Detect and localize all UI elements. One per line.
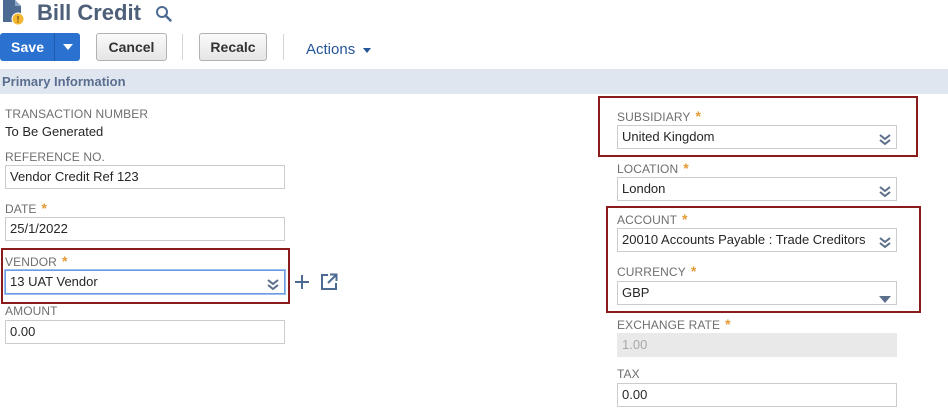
subsidiary-select[interactable]: United Kingdom [617,125,897,149]
section-header[interactable] [0,69,948,94]
bill-document-icon: ! [2,0,26,26]
location-select-value: London [622,181,666,196]
currency-label-text: CURRENCY [617,265,686,279]
required-marker: * [61,253,68,269]
location-label-text: LOCATION [617,162,679,176]
search-icon[interactable] [155,5,173,23]
subsidiary-select-value: United Kingdom [622,129,715,144]
toolbar-divider [182,34,183,60]
required-marker: * [41,200,48,216]
save-menu-chevron-down-icon[interactable] [55,33,80,61]
required-marker: * [683,160,689,176]
subsidiary-label-text: SUBSIDIARY [617,110,691,124]
exchange-rate-label-text: EXCHANGE RATE [617,318,721,332]
recalc-button[interactable]: Recalc [199,33,267,61]
account-label-text: ACCOUNT [617,213,678,227]
save-button-label[interactable]: Save [0,33,54,61]
vendor-select[interactable]: 13 UAT Vendor [5,270,285,294]
required-marker: * [682,211,688,227]
account-select-value: 20010 Accounts Payable : Trade Creditors [622,232,866,247]
vendor-label: VENDOR * [5,254,68,269]
required-marker: * [690,263,697,279]
date-label-text: DATE [5,202,37,216]
transaction-number-value: To Be Generated [5,124,104,139]
section-title: Primary Information [2,74,126,89]
currency-select-value: GBP [622,285,650,300]
page-title: Bill Credit [37,0,141,25]
tax-field[interactable]: 0.00 [617,383,897,407]
cancel-button[interactable]: Cancel [96,33,167,61]
reference-no-label: REFERENCE NO. [5,150,105,164]
location-label: LOCATION * [617,161,689,176]
save-button[interactable]: Save [0,33,80,61]
account-label: ACCOUNT * [617,212,688,227]
svg-text:!: ! [17,15,20,25]
toolbar-divider [283,34,284,60]
double-chevron-down-icon[interactable] [267,276,279,291]
double-chevron-down-icon[interactable] [879,131,891,146]
required-marker: * [725,316,731,332]
actions-menu[interactable]: Actions [306,41,355,59]
reference-no-field[interactable]: Vendor Credit Ref 123 [5,165,285,189]
date-field[interactable]: 25/1/2022 [5,217,285,241]
actions-caret-icon[interactable] [363,48,371,53]
exchange-rate-field: 1.00 [617,333,897,357]
chevron-down-icon[interactable] [879,289,891,303]
date-label: DATE * [5,201,47,216]
currency-label: CURRENCY * [617,264,696,279]
double-chevron-down-icon[interactable] [879,234,891,249]
required-marker: * [695,108,702,124]
amount-label: AMOUNT [5,304,58,318]
account-select[interactable]: 20010 Accounts Payable : Trade Creditors [617,228,897,252]
add-vendor-plus-icon[interactable] [294,274,310,290]
transaction-number-label: TRANSACTION NUMBER [5,107,149,121]
subsidiary-label: SUBSIDIARY * [617,109,701,124]
location-select[interactable]: London [617,177,897,201]
exchange-rate-label: EXCHANGE RATE * [617,317,731,332]
tax-label: TAX [617,367,640,381]
currency-select[interactable]: GBP [617,281,897,305]
open-vendor-external-link-icon[interactable] [320,273,338,291]
vendor-label-text: VENDOR [5,255,57,269]
amount-field[interactable]: 0.00 [5,320,285,344]
vendor-select-value: 13 UAT Vendor [10,274,98,289]
double-chevron-down-icon[interactable] [879,183,891,198]
